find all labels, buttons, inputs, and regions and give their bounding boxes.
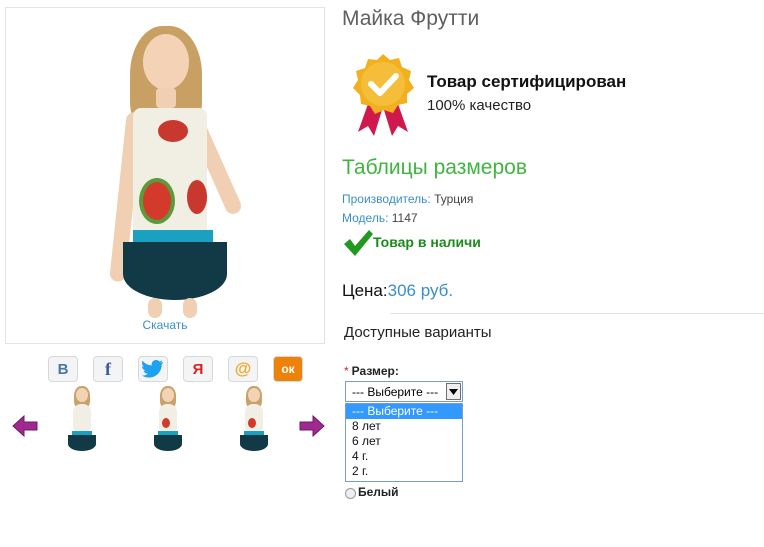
certificate-badge-icon [350,52,416,143]
size-option[interactable]: 8 лет [346,419,462,434]
product-photo [6,8,326,345]
certificate-title: Товар сертифицирован [427,72,627,91]
divider [390,313,764,314]
size-select[interactable]: --- Выберите --- [345,381,463,402]
size-chart-link[interactable]: Таблицы размеров [342,156,527,180]
stock-status: Товар в наличи [373,234,481,250]
color-radio[interactable] [345,488,356,499]
manufacturer-label: Производитель: [342,192,431,206]
mail-icon[interactable]: @ [228,356,258,382]
thumbnail-3[interactable] [231,384,277,460]
size-option[interactable]: 6 лет [346,434,462,449]
price-label: Цена: [342,281,388,300]
prev-arrow-icon[interactable] [12,413,38,439]
yandex-icon[interactable]: Я [183,356,213,382]
variants-title: Доступные варианты [344,324,492,341]
twitter-icon[interactable] [138,356,168,382]
product-title: Майка Фрутти [342,7,480,30]
next-arrow-icon[interactable] [299,413,325,439]
size-option[interactable]: --- Выберите --- [346,404,462,419]
facebook-icon[interactable]: f [93,356,123,382]
product-image[interactable] [5,7,325,344]
size-dropdown-list: --- Выберите --- 8 лет 6 лет 4 г. 2 г. [345,403,463,482]
model-label: Модель: [342,211,389,225]
model-row: Модель: 1147 [342,211,418,225]
model-value: 1147 [391,211,418,225]
size-option[interactable]: 4 г. [346,449,462,464]
checkmark-icon [342,229,374,262]
required-mark: * [344,364,349,378]
manufacturer-value: Турция [434,192,474,206]
vk-icon[interactable]: В [48,356,78,382]
size-label: * Размер: [344,364,399,378]
manufacturer-row: Производитель: Турция [342,192,473,206]
size-label-text: Размер: [351,364,399,378]
chevron-down-icon[interactable] [446,383,461,400]
download-link[interactable]: Скачать [5,318,325,332]
price: Цена:306 руб. [342,281,453,301]
thumbnail-1[interactable] [59,384,105,460]
odnoklassniki-icon[interactable]: ок [273,356,303,382]
certificate-subtitle: 100% качество [427,97,532,114]
size-select-value: --- Выберите --- [352,385,439,399]
thumbnail-2[interactable] [145,384,191,460]
size-option[interactable]: 2 г. [346,464,462,479]
price-value: 306 руб. [387,281,454,300]
color-option-label: Белый [358,485,399,499]
